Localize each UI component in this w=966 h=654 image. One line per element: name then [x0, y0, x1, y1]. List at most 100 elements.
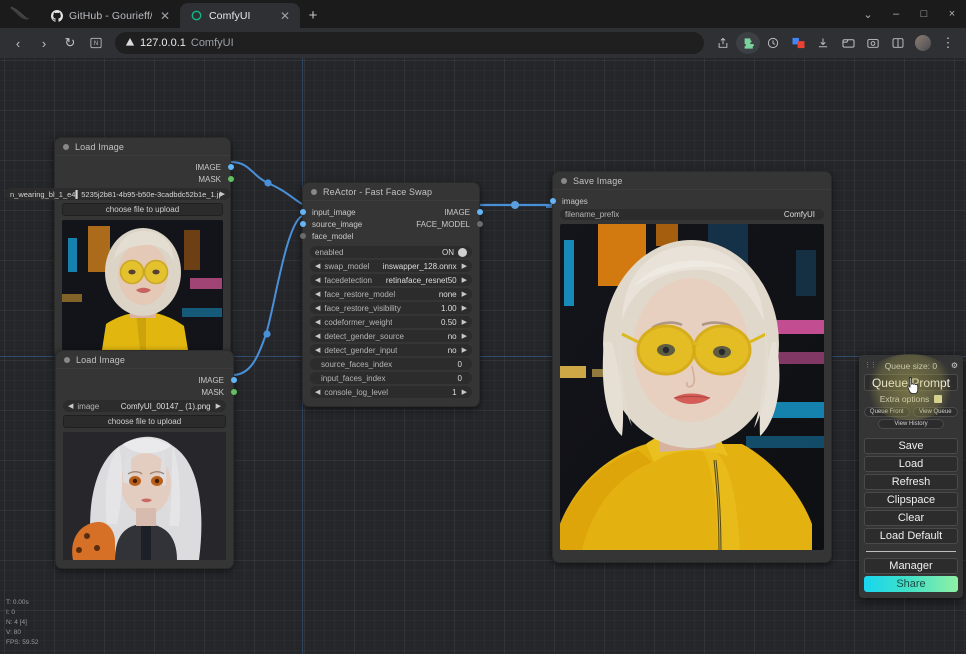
- comfyui-canvas[interactable]: Load Image IMAGE MASK n_wearing_bl_1_e4▍…: [0, 58, 966, 654]
- widget-codeformer-weight[interactable]: ◀ codeformer_weight 0.50 ▶: [310, 316, 472, 328]
- widget-console-log-level[interactable]: ◀ console_log_level 1 ▶: [310, 386, 472, 398]
- chevron-right-icon[interactable]: ▶: [462, 333, 467, 340]
- node-collapse-icon[interactable]: [64, 356, 70, 363]
- reload-icon[interactable]: ↻: [58, 31, 82, 55]
- output-slot-mask[interactable]: MASK: [56, 386, 237, 398]
- extra-options-checkbox[interactable]: [934, 395, 943, 403]
- node-title-bar[interactable]: Load Image: [55, 138, 230, 156]
- widget-detect-gender-input[interactable]: ◀ detect_gender_input no ▶: [310, 344, 472, 356]
- extensions-puzzle-icon[interactable]: [736, 32, 760, 54]
- share-icon[interactable]: [711, 32, 735, 54]
- chevron-left-icon[interactable]: ◀: [315, 319, 320, 326]
- queue-front-button[interactable]: Queue Front: [864, 407, 910, 417]
- save-button[interactable]: Save: [864, 438, 958, 454]
- tab-comfyui[interactable]: ComfyUI ✕: [180, 3, 300, 28]
- chevron-right-icon[interactable]: ▶: [462, 291, 467, 298]
- widget-detect-gender-source[interactable]: ◀ detect_gender_source no ▶: [310, 330, 472, 342]
- output-slot-image[interactable]: IMAGE: [55, 161, 234, 173]
- port-face-model-in[interactable]: [299, 233, 306, 239]
- toggle-knob-icon[interactable]: [458, 247, 467, 257]
- tab-github[interactable]: GitHub - Gourieff/comfyui ✕: [40, 3, 180, 28]
- chevron-right-icon[interactable]: ▶: [462, 319, 467, 326]
- port-image-out[interactable]: [476, 209, 483, 215]
- output-slot-image[interactable]: IMAGE: [56, 374, 237, 386]
- load-button[interactable]: Load: [864, 456, 958, 472]
- port-face-model-out[interactable]: [476, 221, 483, 227]
- load-default-button[interactable]: Load Default: [864, 528, 958, 544]
- port-image-out[interactable]: [230, 377, 237, 383]
- node-save-image[interactable]: Save Image images filename_prefix ComfyU…: [549, 171, 832, 563]
- tab-search-chevron-icon[interactable]: ⌄: [854, 0, 882, 28]
- widget-filename-prefix[interactable]: filename_prefix ComfyUI: [560, 209, 824, 220]
- chevron-left-icon[interactable]: ◀: [315, 347, 320, 354]
- extra-options-row[interactable]: Extra options: [864, 393, 958, 405]
- reader-mode-icon[interactable]: N: [84, 31, 108, 55]
- chevron-right-icon[interactable]: ▶: [462, 347, 467, 354]
- image-filename-widget[interactable]: n_wearing_bl_1_e4▍5235j2b81-4b95-b50e-3c…: [5, 188, 230, 200]
- upload-button[interactable]: choose file to upload: [63, 415, 226, 428]
- node-collapse-icon[interactable]: [561, 177, 567, 184]
- chevron-left-icon[interactable]: ◀: [315, 389, 320, 396]
- profile-avatar[interactable]: [911, 32, 935, 54]
- port-input-image[interactable]: [299, 209, 306, 215]
- screenshot-icon[interactable]: [861, 32, 885, 54]
- chevron-right-icon[interactable]: ▶: [216, 403, 221, 410]
- upload-button[interactable]: choose file to upload: [62, 203, 223, 216]
- drag-grip-icon[interactable]: ⋮⋮: [864, 362, 877, 369]
- download-icon[interactable]: [811, 32, 835, 54]
- chevron-right-icon[interactable]: ▶: [220, 191, 225, 198]
- close-icon[interactable]: ✕: [278, 9, 292, 23]
- close-window-button[interactable]: ×: [938, 0, 966, 28]
- history-clock-icon[interactable]: [761, 32, 785, 54]
- chevron-left-icon[interactable]: ◀: [315, 333, 320, 340]
- chevron-left-icon[interactable]: ◀: [315, 291, 320, 298]
- node-load-image-2[interactable]: Load Image IMAGE MASK ◀ image ComfyUI_00…: [55, 350, 237, 569]
- forward-icon[interactable]: ›: [32, 31, 56, 55]
- split-screen-icon[interactable]: [886, 32, 910, 54]
- share-button[interactable]: Share: [864, 576, 958, 592]
- port-source-image[interactable]: [299, 221, 306, 227]
- chevron-right-icon[interactable]: ▶: [462, 305, 467, 312]
- manager-button[interactable]: Manager: [864, 558, 958, 574]
- node-collapse-icon[interactable]: [311, 188, 317, 195]
- gear-icon[interactable]: ⚙: [951, 361, 958, 370]
- port-mask-out[interactable]: [230, 389, 237, 395]
- widget-swap-model[interactable]: ◀ swap_model inswapper_128.onnx ▶: [310, 260, 472, 272]
- widget-face-restore-model[interactable]: ◀ face_restore_model none ▶: [310, 288, 472, 300]
- node-reactor-face-swap[interactable]: ReActor - Fast Face Swap input_image IMA…: [299, 182, 483, 407]
- chevron-left-icon[interactable]: ◀: [68, 403, 73, 410]
- widget-input-faces-index[interactable]: input_faces_index 0: [310, 372, 472, 384]
- close-icon[interactable]: ✕: [158, 9, 172, 23]
- comfy-menu-panel[interactable]: ⋮⋮ Queue size: 0 ⚙ Queue Prompt Extra op…: [859, 355, 963, 598]
- image-select-widget[interactable]: ◀ image ComfyUI_00147_ (1).png ▶: [63, 400, 226, 412]
- queue-prompt-button[interactable]: Queue Prompt: [864, 374, 958, 391]
- slot-row-face-model[interactable]: face_model: [299, 230, 479, 242]
- back-icon[interactable]: ‹: [6, 31, 30, 55]
- port-images-in[interactable]: [549, 198, 556, 204]
- collections-icon[interactable]: [836, 32, 860, 54]
- widget-face-restore-visibility[interactable]: ◀ face_restore_visibility 1.00 ▶: [310, 302, 472, 314]
- slot-row-source-image[interactable]: source_image FACE_MODEL: [299, 218, 483, 230]
- chevron-right-icon[interactable]: ▶: [462, 277, 467, 284]
- node-title-bar[interactable]: Load Image: [56, 351, 233, 369]
- widget-source-faces-index[interactable]: source_faces_index 0: [310, 358, 472, 370]
- chevron-left-icon[interactable]: ◀: [315, 263, 320, 270]
- slot-row-images[interactable]: images: [549, 195, 831, 207]
- chevron-right-icon[interactable]: ▶: [462, 263, 467, 270]
- port-image-out[interactable]: [227, 164, 234, 170]
- translate-icon[interactable]: [786, 32, 810, 54]
- chevron-left-icon[interactable]: ◀: [315, 277, 320, 284]
- node-load-image-1[interactable]: Load Image IMAGE MASK n_wearing_bl_1_e4▍…: [5, 137, 234, 359]
- port-mask-out[interactable]: [227, 176, 234, 182]
- new-tab-button[interactable]: +: [300, 3, 326, 28]
- slot-row-input-image[interactable]: input_image IMAGE: [299, 206, 483, 218]
- view-history-button[interactable]: View History: [878, 419, 944, 429]
- view-queue-button[interactable]: View Queue: [912, 407, 958, 417]
- node-title-bar[interactable]: ReActor - Fast Face Swap: [303, 183, 479, 201]
- refresh-button[interactable]: Refresh: [864, 474, 958, 490]
- output-slot-mask[interactable]: MASK: [55, 173, 234, 185]
- clear-button[interactable]: Clear: [864, 510, 958, 526]
- widget-facedetection[interactable]: ◀ facedetection retinaface_resnet50 ▶: [310, 274, 472, 286]
- minimize-button[interactable]: –: [882, 0, 910, 28]
- more-menu-icon[interactable]: ⋮: [936, 32, 960, 54]
